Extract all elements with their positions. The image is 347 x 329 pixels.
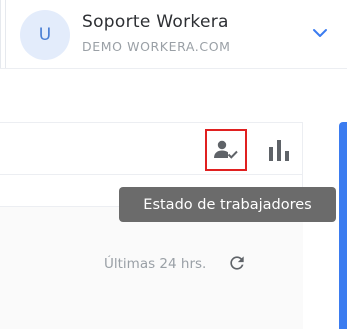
worker-status-button[interactable]: [205, 129, 247, 171]
worker-status-tooltip: Estado de trabajadores: [119, 187, 336, 222]
account-name: Soporte Workera: [82, 12, 229, 32]
avatar-initial: U: [38, 25, 52, 45]
scrollbar[interactable]: [339, 122, 347, 329]
header-border: [0, 68, 347, 69]
refresh-icon: [230, 256, 244, 270]
app-window: U Soporte Workera DEMO WORKERA.COM Estad…: [0, 0, 347, 329]
header-divider: [0, 0, 1, 68]
person-check-icon: [214, 140, 238, 159]
account-menu[interactable]: U Soporte Workera DEMO WORKERA.COM: [6, 0, 347, 68]
avatar: U: [20, 10, 70, 60]
time-range-label: Últimas 24 hrs.: [104, 256, 207, 272]
chevron-down-icon[interactable]: [312, 27, 328, 39]
account-domain: DEMO WORKERA.COM: [82, 39, 231, 54]
refresh-button[interactable]: [226, 252, 248, 274]
toolbar-divider: [0, 174, 303, 175]
bar-chart-icon: [269, 140, 289, 161]
statistics-button[interactable]: [262, 131, 296, 169]
